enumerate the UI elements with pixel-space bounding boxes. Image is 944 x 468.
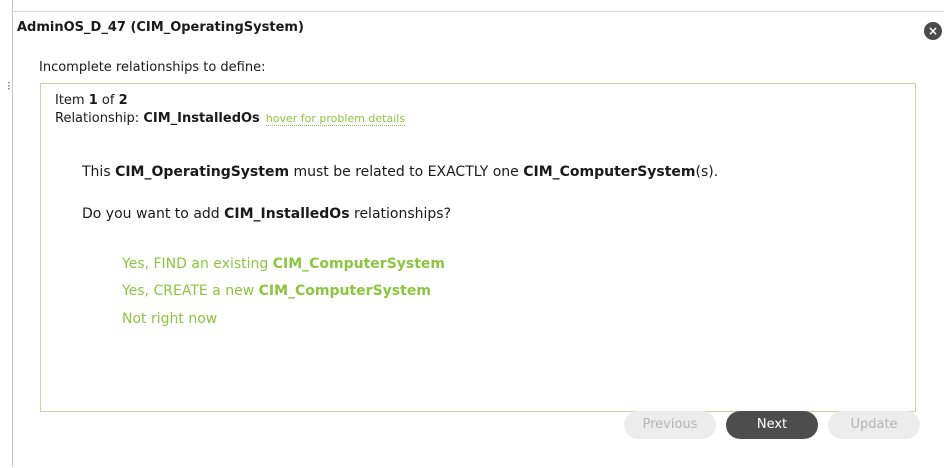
item-prefix: Item bbox=[55, 93, 89, 108]
relationship-description: This CIM_OperatingSystem must be related… bbox=[82, 164, 718, 180]
relationship-label: Relationship: bbox=[55, 111, 144, 126]
item-counter: Item 1 of 2 bbox=[55, 93, 128, 108]
desc-source-class: CIM_OperatingSystem bbox=[115, 164, 290, 180]
relationship-name: CIM_InstalledOs bbox=[143, 111, 260, 126]
question-part1: Do you want to add bbox=[82, 206, 225, 222]
relationship-dialog: AdminOS_D_47 (CIM_OperatingSystem) × Inc… bbox=[13, 11, 944, 468]
desc-part1: This bbox=[82, 164, 116, 180]
question-relationship: CIM_InstalledOs bbox=[224, 206, 350, 222]
desc-part3: (s). bbox=[695, 164, 719, 180]
section-label: Incomplete relationships to define: bbox=[39, 60, 266, 75]
background-window-edge bbox=[0, 0, 13, 467]
relationship-line: Relationship: CIM_InstalledOs hover for p… bbox=[55, 111, 406, 126]
previous-button[interactable]: Previous bbox=[624, 411, 716, 439]
item-of: of bbox=[97, 93, 119, 108]
question-part2: relationships? bbox=[349, 206, 452, 222]
not-right-now-option[interactable]: Not right now bbox=[122, 311, 217, 327]
item-total: 2 bbox=[118, 93, 128, 108]
dialog-title: AdminOS_D_47 (CIM_OperatingSystem) bbox=[17, 20, 304, 35]
update-button[interactable]: Update bbox=[828, 411, 920, 439]
close-icon[interactable]: × bbox=[924, 22, 942, 40]
desc-part2: must be related to EXACTLY one bbox=[289, 164, 524, 180]
find-prefix: Yes, FIND an existing bbox=[122, 256, 273, 272]
create-new-option[interactable]: Yes, CREATE a new CIM_ComputerSystem bbox=[122, 283, 431, 299]
create-prefix: Yes, CREATE a new bbox=[122, 283, 259, 299]
desc-target-class: CIM_ComputerSystem bbox=[523, 164, 696, 180]
find-existing-option[interactable]: Yes, FIND an existing CIM_ComputerSystem bbox=[122, 256, 445, 272]
add-relationship-question: Do you want to add CIM_InstalledOs relat… bbox=[82, 206, 451, 222]
problem-details-link[interactable]: hover for problem details bbox=[265, 112, 406, 126]
next-button[interactable]: Next bbox=[726, 411, 818, 439]
relationship-panel: Item 1 of 2 Relationship: CIM_InstalledO… bbox=[40, 83, 916, 412]
create-class: CIM_ComputerSystem bbox=[258, 283, 431, 299]
item-current: 1 bbox=[88, 93, 98, 108]
dialog-title-bar: AdminOS_D_47 (CIM_OperatingSystem) × bbox=[13, 12, 944, 48]
find-class: CIM_ComputerSystem bbox=[272, 256, 446, 272]
background-handle-mark: ⁝ bbox=[7, 79, 11, 93]
